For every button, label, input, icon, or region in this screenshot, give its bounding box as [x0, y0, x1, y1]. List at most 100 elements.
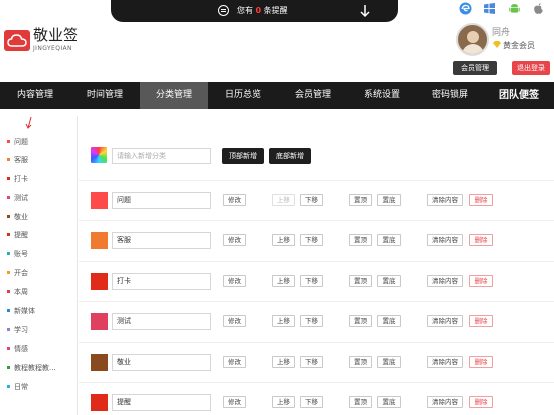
sidebar-item[interactable]: 开会	[7, 267, 28, 279]
logo-icon[interactable]	[4, 30, 30, 51]
clear-content-button[interactable]: 清除内容	[427, 194, 463, 206]
move-down-button[interactable]: 下移	[300, 234, 323, 246]
notification-bar[interactable]: 您有 0 条提醒	[111, 0, 398, 22]
logout-button[interactable]: 退出登录	[512, 61, 550, 75]
move-up-button[interactable]: 上移	[272, 194, 295, 206]
clear-content-button[interactable]: 清除内容	[427, 356, 463, 368]
sidebar-item[interactable]: 日常	[7, 381, 28, 393]
pin-bottom-button[interactable]: 置底	[377, 275, 401, 287]
edit-button[interactable]: 修改	[223, 315, 246, 327]
delete-button[interactable]: 删除	[469, 315, 493, 327]
color-picker[interactable]	[91, 147, 107, 163]
android-icon[interactable]	[508, 2, 521, 15]
sidebar-item[interactable]: 教程教程教...	[7, 362, 56, 374]
edit-button[interactable]: 修改	[223, 234, 246, 246]
delete-button[interactable]: 删除	[469, 356, 493, 368]
edit-button[interactable]: 修改	[223, 356, 246, 368]
edit-button[interactable]: 修改	[223, 275, 246, 287]
pin-top-button[interactable]: 置顶	[349, 396, 372, 408]
category-name-field[interactable]: 问题	[112, 192, 211, 209]
sidebar-item-label: 客服	[14, 156, 28, 164]
category-name-field[interactable]: 测试	[112, 313, 211, 330]
windows-icon[interactable]	[483, 2, 496, 15]
move-down-button[interactable]: 下移	[300, 275, 323, 287]
sidebar-item[interactable]: 情感	[7, 343, 28, 355]
pin-top-button[interactable]: 置顶	[349, 315, 372, 327]
pin-top-button[interactable]: 置顶	[349, 275, 372, 287]
pin-bottom-button[interactable]: 置底	[377, 315, 401, 327]
category-name-field[interactable]: 提醒	[112, 394, 211, 411]
move-down-button[interactable]: 下移	[300, 356, 323, 368]
category-color-swatch[interactable]	[91, 313, 108, 330]
category-name-field[interactable]: 客服	[112, 232, 211, 249]
nav-settings[interactable]: 系统设置	[348, 82, 416, 109]
pin-bottom-button[interactable]: 置底	[377, 396, 401, 408]
clear-content-button[interactable]: 清除内容	[427, 315, 463, 327]
category-row: 敬业 修改 上移 下移 置顶 置底 清除内容 删除	[79, 342, 554, 383]
nav-calendar[interactable]: 日历总览	[208, 82, 278, 109]
move-down-button[interactable]: 下移	[300, 315, 323, 327]
sidebar-item-label: 问题	[14, 138, 28, 146]
clear-content-button[interactable]: 清除内容	[427, 396, 463, 408]
pin-top-button[interactable]: 置顶	[349, 234, 372, 246]
move-up-button[interactable]: 上移	[272, 275, 295, 287]
add-bottom-button[interactable]: 底部新增	[269, 148, 311, 164]
member-management-button[interactable]: 会员管理	[453, 61, 497, 75]
add-top-button[interactable]: 顶部新增	[222, 148, 264, 164]
pin-bottom-button[interactable]: 置底	[377, 356, 401, 368]
category-row: 提醒 修改 上移 下移 置顶 置底 清除内容 删除	[79, 382, 554, 415]
nav-member[interactable]: 会员管理	[278, 82, 348, 109]
move-up-button[interactable]: 上移	[272, 356, 295, 368]
move-down-button[interactable]: 下移	[300, 396, 323, 408]
category-sidebar: 问题 客服 打卡 测试 敬业 提醒 账号 开会 本周 新媒体 学习 情感 教程教…	[0, 116, 78, 415]
delete-button[interactable]: 删除	[469, 396, 493, 408]
pin-top-button[interactable]: 置顶	[349, 356, 372, 368]
arrow-down-icon[interactable]	[359, 4, 371, 18]
clear-content-button[interactable]: 清除内容	[427, 234, 463, 246]
avatar[interactable]	[456, 23, 489, 56]
sidebar-item[interactable]: 本周	[7, 286, 28, 298]
delete-button[interactable]: 删除	[469, 275, 493, 287]
category-name-field[interactable]: 打卡	[112, 273, 211, 290]
nav-category[interactable]: 分类管理	[140, 82, 208, 109]
brand-name: 敬业签	[33, 26, 79, 44]
member-level: 黄金会员	[503, 41, 535, 50]
delete-button[interactable]: 删除	[469, 234, 493, 246]
edit-button[interactable]: 修改	[223, 396, 246, 408]
edge-icon[interactable]	[459, 2, 472, 15]
pin-top-button[interactable]: 置顶	[349, 194, 372, 206]
category-color-swatch[interactable]	[91, 232, 108, 249]
move-down-button[interactable]: 下移	[300, 194, 323, 206]
category-color-swatch[interactable]	[91, 394, 108, 411]
pin-bottom-button[interactable]: 置底	[377, 194, 401, 206]
nav-team[interactable]: 团队便签	[484, 82, 554, 109]
clear-content-button[interactable]: 清除内容	[427, 275, 463, 287]
sidebar-item[interactable]: 打卡	[7, 173, 28, 185]
color-dot	[7, 196, 10, 199]
nav-content[interactable]: 内容管理	[0, 82, 70, 109]
category-name-field[interactable]: 敬业	[112, 354, 211, 371]
app-window: 您有 0 条提醒 敬业签 JINGYEQIAN 同舟 黄金会员 会员管理 退出登…	[0, 0, 554, 415]
sidebar-item[interactable]: 客服	[7, 154, 28, 166]
delete-button[interactable]: 删除	[469, 194, 493, 206]
new-category-input[interactable]: 请输入新增分类	[112, 148, 211, 164]
category-color-swatch[interactable]	[91, 192, 108, 209]
category-color-swatch[interactable]	[91, 354, 108, 371]
edit-button[interactable]: 修改	[223, 194, 246, 206]
pin-bottom-button[interactable]: 置底	[377, 234, 401, 246]
nav-time[interactable]: 时间管理	[70, 82, 140, 109]
sidebar-item[interactable]: 测试	[7, 192, 28, 204]
sidebar-item[interactable]: 账号	[7, 248, 28, 260]
main-nav: 内容管理 时间管理 分类管理 日历总览 会员管理 系统设置 密码锁屏 团队便签	[0, 82, 554, 109]
move-up-button[interactable]: 上移	[272, 234, 295, 246]
move-up-button[interactable]: 上移	[272, 396, 295, 408]
sidebar-item[interactable]: 问题	[7, 136, 28, 148]
sidebar-item[interactable]: 学习	[7, 324, 28, 336]
move-up-button[interactable]: 上移	[272, 315, 295, 327]
sidebar-item[interactable]: 新媒体	[7, 305, 35, 317]
sidebar-item[interactable]: 提醒	[7, 229, 28, 241]
nav-lock[interactable]: 密码锁屏	[416, 82, 484, 109]
category-color-swatch[interactable]	[91, 273, 108, 290]
apple-icon[interactable]	[532, 2, 545, 15]
sidebar-item[interactable]: 敬业	[7, 211, 28, 223]
